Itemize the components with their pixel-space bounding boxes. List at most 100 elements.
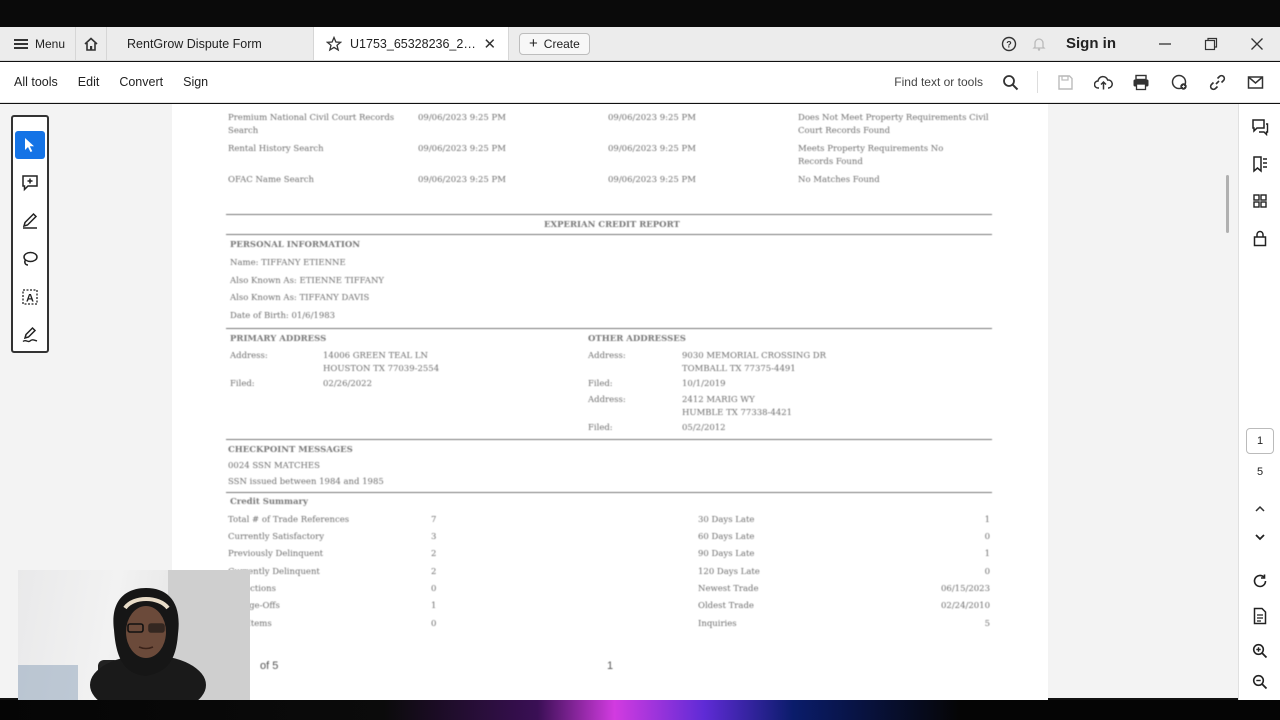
signature-pen-icon xyxy=(22,326,38,343)
search-date: 09/06/2023 9:25 PM xyxy=(608,144,696,154)
previous-page-button[interactable] xyxy=(1245,494,1275,524)
summary-value: 2 xyxy=(431,567,437,577)
summary-value: 02/24/2010 xyxy=(941,601,990,611)
page-footer-count: of 5 xyxy=(260,660,279,672)
vertical-scrollbar[interactable] xyxy=(1226,175,1229,233)
left-tool-rail: A xyxy=(11,115,49,353)
personal-info-heading: PERSONAL INFORMATION xyxy=(230,240,361,250)
document-icon xyxy=(1253,607,1267,625)
bottom-band xyxy=(0,700,1280,720)
minimize-button[interactable] xyxy=(1142,27,1188,60)
toolbar-convert[interactable]: Convert xyxy=(109,75,173,89)
chevron-down-icon xyxy=(1255,534,1265,541)
copy-link-button[interactable] xyxy=(1202,67,1232,97)
zoom-out-icon xyxy=(1252,674,1268,690)
refresh-button[interactable] xyxy=(1245,566,1275,596)
menu-label: Menu xyxy=(35,36,66,51)
personal-aka: Also Known As: TIFFANY DAVIS xyxy=(230,293,370,303)
zoom-out-button[interactable] xyxy=(1245,667,1275,697)
home-button[interactable] xyxy=(75,27,108,60)
close-tab-icon[interactable]: ✕ xyxy=(483,35,496,53)
summary-label: 90 Days Late xyxy=(698,549,755,559)
bookmarks-panel-button[interactable] xyxy=(1245,149,1275,179)
highlight-tool-button[interactable] xyxy=(15,207,45,235)
toolbar-all-tools[interactable]: All tools xyxy=(0,75,68,89)
toolbar-right: Find text or tools xyxy=(894,67,1280,97)
zoom-in-button[interactable] xyxy=(1245,636,1275,666)
save-button[interactable] xyxy=(1050,67,1080,97)
right-rail: 1 5 xyxy=(1238,104,1280,700)
share-globe-icon xyxy=(1171,74,1187,90)
bookmark-icon xyxy=(1253,156,1267,173)
page-footer-number: 1 xyxy=(607,660,614,672)
share-network-button[interactable] xyxy=(1164,67,1194,97)
notifications-button[interactable] xyxy=(1024,29,1054,59)
summary-value: 7 xyxy=(431,515,437,525)
email-button[interactable] xyxy=(1240,67,1270,97)
search-name: Premium National Civil Court Records Sea… xyxy=(228,113,395,136)
checkpoint-line: SSN issued between 1984 and 1985 xyxy=(228,477,384,487)
create-button[interactable]: + Create xyxy=(519,32,590,55)
top-band xyxy=(0,0,1280,27)
comments-icon xyxy=(1252,119,1269,136)
tab-bar: Menu RentGrow Dispute Form U1753_6532823… xyxy=(0,27,1280,61)
hamburger-icon xyxy=(14,38,28,49)
next-page-button[interactable] xyxy=(1245,522,1275,552)
bell-icon xyxy=(1032,37,1046,51)
webcam-overlay xyxy=(18,570,250,700)
create-label: Create xyxy=(543,36,580,51)
summary-value: 5 xyxy=(984,619,990,629)
sign-in-button[interactable]: Sign in xyxy=(1066,35,1116,52)
personal-name: Name: TIFFANY ETIENNE xyxy=(230,258,346,268)
summary-value: 1 xyxy=(984,515,990,525)
document-properties-button[interactable] xyxy=(1245,601,1275,631)
upload-cloud-button[interactable] xyxy=(1088,67,1118,97)
address-line: 9030 MEMORIAL CROSSING DR xyxy=(682,351,827,361)
cloud-upload-icon xyxy=(1093,75,1113,89)
menu-button[interactable]: Menu xyxy=(0,27,75,60)
thumbnails-panel-button[interactable] xyxy=(1245,186,1275,216)
address-line: 14006 GREEN TEAL LN xyxy=(323,351,428,361)
credit-report-title: EXPERIAN CREDIT REPORT xyxy=(544,220,680,230)
tab-active-document[interactable]: U1753_65328236_2023... ✕ xyxy=(313,27,510,60)
restore-button[interactable] xyxy=(1188,27,1234,60)
comments-panel-button[interactable] xyxy=(1245,112,1275,142)
comment-plus-icon xyxy=(22,175,38,192)
toolbar-divider xyxy=(1037,71,1038,93)
close-window-button[interactable] xyxy=(1234,27,1280,60)
toolbar-edit[interactable]: Edit xyxy=(68,75,110,89)
chevron-up-icon xyxy=(1255,505,1265,512)
summary-value: 3 xyxy=(431,532,437,542)
protect-panel-button[interactable] xyxy=(1245,223,1275,253)
summary-label: 30 Days Late xyxy=(698,515,755,525)
filed-label: Filed: xyxy=(230,379,255,389)
text-box-icon: A xyxy=(22,289,38,305)
add-comment-tool-button[interactable] xyxy=(15,169,45,197)
current-page-input[interactable]: 1 xyxy=(1246,428,1274,454)
select-tool-button[interactable] xyxy=(15,131,45,159)
draw-tool-button[interactable] xyxy=(15,245,45,273)
summary-value: 0 xyxy=(431,584,437,594)
help-button[interactable]: ? xyxy=(994,29,1024,59)
sign-tool-button[interactable] xyxy=(15,321,45,349)
filed-label: Filed: xyxy=(588,423,613,433)
summary-value: 0 xyxy=(984,567,990,577)
summary-label: 60 Days Late xyxy=(698,532,755,542)
tab-rentgrow-dispute-form[interactable]: RentGrow Dispute Form xyxy=(107,27,313,60)
divider xyxy=(226,214,992,215)
print-button[interactable] xyxy=(1126,67,1156,97)
pdf-page: Premium National Civil Court Records Sea… xyxy=(172,104,1048,700)
text-tool-button[interactable]: A xyxy=(15,283,45,311)
search-date: 09/06/2023 9:25 PM xyxy=(608,175,696,185)
find-text-or-tools[interactable]: Find text or tools xyxy=(894,75,983,89)
star-icon[interactable] xyxy=(326,35,343,52)
help-icon: ? xyxy=(1001,36,1017,51)
summary-value: 0 xyxy=(431,619,437,629)
toolbar-sign[interactable]: Sign xyxy=(173,75,218,89)
minimize-icon xyxy=(1159,42,1171,45)
search-button[interactable] xyxy=(995,67,1025,97)
personal-dob: Date of Birth: 01/6/1983 xyxy=(230,311,336,321)
address-line: HUMBLE TX 77338-4421 xyxy=(682,408,793,418)
summary-value: 1 xyxy=(431,601,437,611)
personal-aka: Also Known As: ETIENNE TIFFANY xyxy=(230,276,384,286)
